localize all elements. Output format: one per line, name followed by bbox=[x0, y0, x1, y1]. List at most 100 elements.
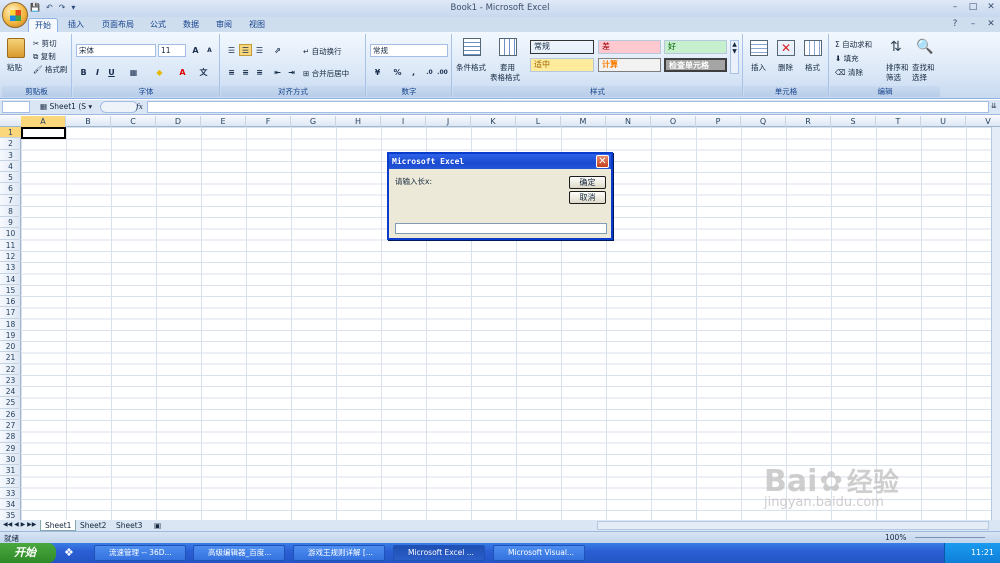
wrap-text-button[interactable]: ↵ 自动换行 bbox=[303, 46, 342, 57]
row-header[interactable]: 13 bbox=[0, 262, 21, 274]
row-header[interactable]: 1 bbox=[0, 127, 21, 139]
row-header[interactable]: 27 bbox=[0, 420, 21, 432]
expand-formula-icon[interactable]: ⇊ bbox=[991, 102, 997, 110]
workbook-close-button[interactable]: ✕ bbox=[982, 19, 1000, 31]
underline-button[interactable]: U bbox=[105, 66, 118, 78]
format-cells-icon[interactable] bbox=[804, 40, 822, 56]
row-header[interactable]: 12 bbox=[0, 251, 21, 263]
grow-font-button[interactable]: A bbox=[189, 44, 202, 56]
sheet-tab-2[interactable]: Sheet2 bbox=[76, 520, 110, 531]
format-cells-button[interactable]: 格式 bbox=[805, 62, 820, 73]
start-button[interactable]: 开始 bbox=[0, 543, 56, 563]
align-right-icon[interactable]: ≡ bbox=[253, 66, 266, 78]
column-header[interactable]: S bbox=[831, 116, 876, 127]
row-header[interactable]: 15 bbox=[0, 285, 21, 297]
row-header[interactable]: 8 bbox=[0, 206, 21, 218]
row-header[interactable]: 19 bbox=[0, 330, 21, 342]
align-center-icon[interactable]: ≡ bbox=[239, 66, 252, 78]
close-button[interactable]: ✕ bbox=[982, 2, 1000, 14]
zoom-slider[interactable] bbox=[915, 537, 985, 538]
row-header[interactable]: 6 bbox=[0, 183, 21, 195]
zoom-level[interactable]: 100% bbox=[885, 533, 906, 542]
horizontal-scrollbar[interactable] bbox=[597, 521, 989, 530]
taskbar-item-1[interactable]: 流速管理 -- 36D... bbox=[94, 545, 186, 561]
tab-home[interactable]: 开始 bbox=[28, 18, 58, 32]
vertical-scrollbar[interactable] bbox=[991, 127, 1000, 520]
column-header[interactable]: M bbox=[561, 116, 606, 127]
column-header[interactable]: I bbox=[381, 116, 426, 127]
insert-sheet-icon[interactable]: ▣ bbox=[150, 520, 165, 531]
taskbar-item-3[interactable]: 游戏王规则详解 [... bbox=[293, 545, 385, 561]
merge-center-button[interactable]: ⊞ 合并后居中 bbox=[303, 68, 349, 79]
number-format-select[interactable]: 常规 bbox=[370, 44, 448, 57]
row-header[interactable]: 10 bbox=[0, 228, 21, 240]
taskbar-item-4[interactable]: Microsoft Excel ... bbox=[393, 545, 485, 561]
paste-icon[interactable] bbox=[7, 38, 25, 58]
minimize-button[interactable]: – bbox=[946, 2, 964, 14]
row-header[interactable]: 26 bbox=[0, 409, 21, 421]
column-header[interactable]: A bbox=[21, 116, 66, 127]
column-header[interactable]: K bbox=[471, 116, 516, 127]
column-header[interactable]: L bbox=[516, 116, 561, 127]
font-size-select[interactable]: 11 bbox=[158, 44, 186, 57]
row-header[interactable]: 4 bbox=[0, 161, 21, 173]
tab-view[interactable]: 视图 bbox=[243, 18, 271, 32]
orientation-icon[interactable]: ⇗ bbox=[271, 44, 284, 56]
fx-button[interactable]: fx bbox=[136, 102, 143, 111]
increase-decimal-icon[interactable]: .0 bbox=[423, 66, 436, 78]
increase-indent-icon[interactable]: ⇥ bbox=[285, 66, 298, 78]
currency-icon[interactable]: ¥ bbox=[371, 66, 384, 78]
row-header[interactable]: 24 bbox=[0, 386, 21, 398]
row-header[interactable]: 17 bbox=[0, 307, 21, 319]
format-as-table-icon[interactable] bbox=[499, 38, 517, 56]
active-cell-a1[interactable] bbox=[21, 127, 66, 139]
row-header[interactable]: 29 bbox=[0, 443, 21, 454]
quick-launch-icon[interactable]: ❖ bbox=[64, 546, 80, 560]
sheet-tab-3[interactable]: Sheet3 bbox=[112, 520, 146, 531]
comma-button[interactable]: , bbox=[407, 66, 420, 78]
borders-icon[interactable]: ▦ bbox=[127, 66, 140, 78]
help-icon[interactable]: ? bbox=[946, 19, 964, 31]
row-header[interactable]: 25 bbox=[0, 397, 21, 409]
row-header[interactable]: 16 bbox=[0, 296, 21, 308]
copy-button[interactable]: ⧉ 复制 bbox=[33, 51, 56, 62]
name-box[interactable] bbox=[2, 101, 30, 113]
column-header[interactable]: V bbox=[966, 116, 1000, 127]
tab-data[interactable]: 数据 bbox=[177, 18, 205, 32]
row-header[interactable]: 11 bbox=[0, 240, 21, 251]
format-painter-button[interactable]: 🖌 格式刷 bbox=[33, 64, 67, 75]
column-header[interactable]: C bbox=[111, 116, 156, 127]
find-select-icon[interactable]: 🔍 bbox=[916, 39, 933, 55]
italic-button[interactable]: I bbox=[91, 66, 104, 78]
insert-cells-icon[interactable] bbox=[750, 40, 768, 56]
dialog-cancel-button[interactable]: 取消 bbox=[569, 191, 606, 204]
column-header[interactable]: N bbox=[606, 116, 651, 127]
row-header[interactable]: 5 bbox=[0, 172, 21, 184]
customize-qat-icon[interactable]: ▾ bbox=[71, 3, 75, 15]
row-header[interactable]: 22 bbox=[0, 364, 21, 375]
style-good[interactable]: 好 bbox=[664, 40, 727, 54]
row-header[interactable]: 30 bbox=[0, 454, 21, 466]
tab-review[interactable]: 审阅 bbox=[210, 18, 238, 32]
row-header[interactable]: 23 bbox=[0, 375, 21, 387]
dialog-input-field[interactable] bbox=[395, 223, 607, 234]
row-header[interactable]: 31 bbox=[0, 465, 21, 477]
row-header[interactable]: 3 bbox=[0, 150, 21, 161]
sheet-nav-icon[interactable]: ◀◀ ◀ ▶ ▶▶ bbox=[3, 521, 36, 528]
conditional-format-icon[interactable] bbox=[463, 38, 481, 56]
tab-page-layout[interactable]: 页面布局 bbox=[96, 18, 140, 32]
office-button[interactable] bbox=[2, 2, 28, 28]
column-header[interactable]: F bbox=[246, 116, 291, 127]
column-header[interactable]: J bbox=[426, 116, 471, 127]
dialog-close-icon[interactable]: ✕ bbox=[596, 155, 609, 168]
column-header[interactable]: T bbox=[876, 116, 921, 127]
percent-button[interactable]: % bbox=[391, 66, 404, 78]
fill-color-icon[interactable]: ◆ bbox=[153, 66, 166, 78]
font-name-select[interactable]: 宋体 bbox=[76, 44, 156, 57]
column-header[interactable]: H bbox=[336, 116, 381, 127]
row-header[interactable]: 20 bbox=[0, 341, 21, 353]
tab-formulas[interactable]: 公式 bbox=[144, 18, 172, 32]
cut-button[interactable]: ✂ 剪切 bbox=[33, 38, 57, 49]
workbook-minimize-button[interactable]: – bbox=[964, 19, 982, 31]
style-neutral[interactable]: 适中 bbox=[530, 58, 594, 72]
